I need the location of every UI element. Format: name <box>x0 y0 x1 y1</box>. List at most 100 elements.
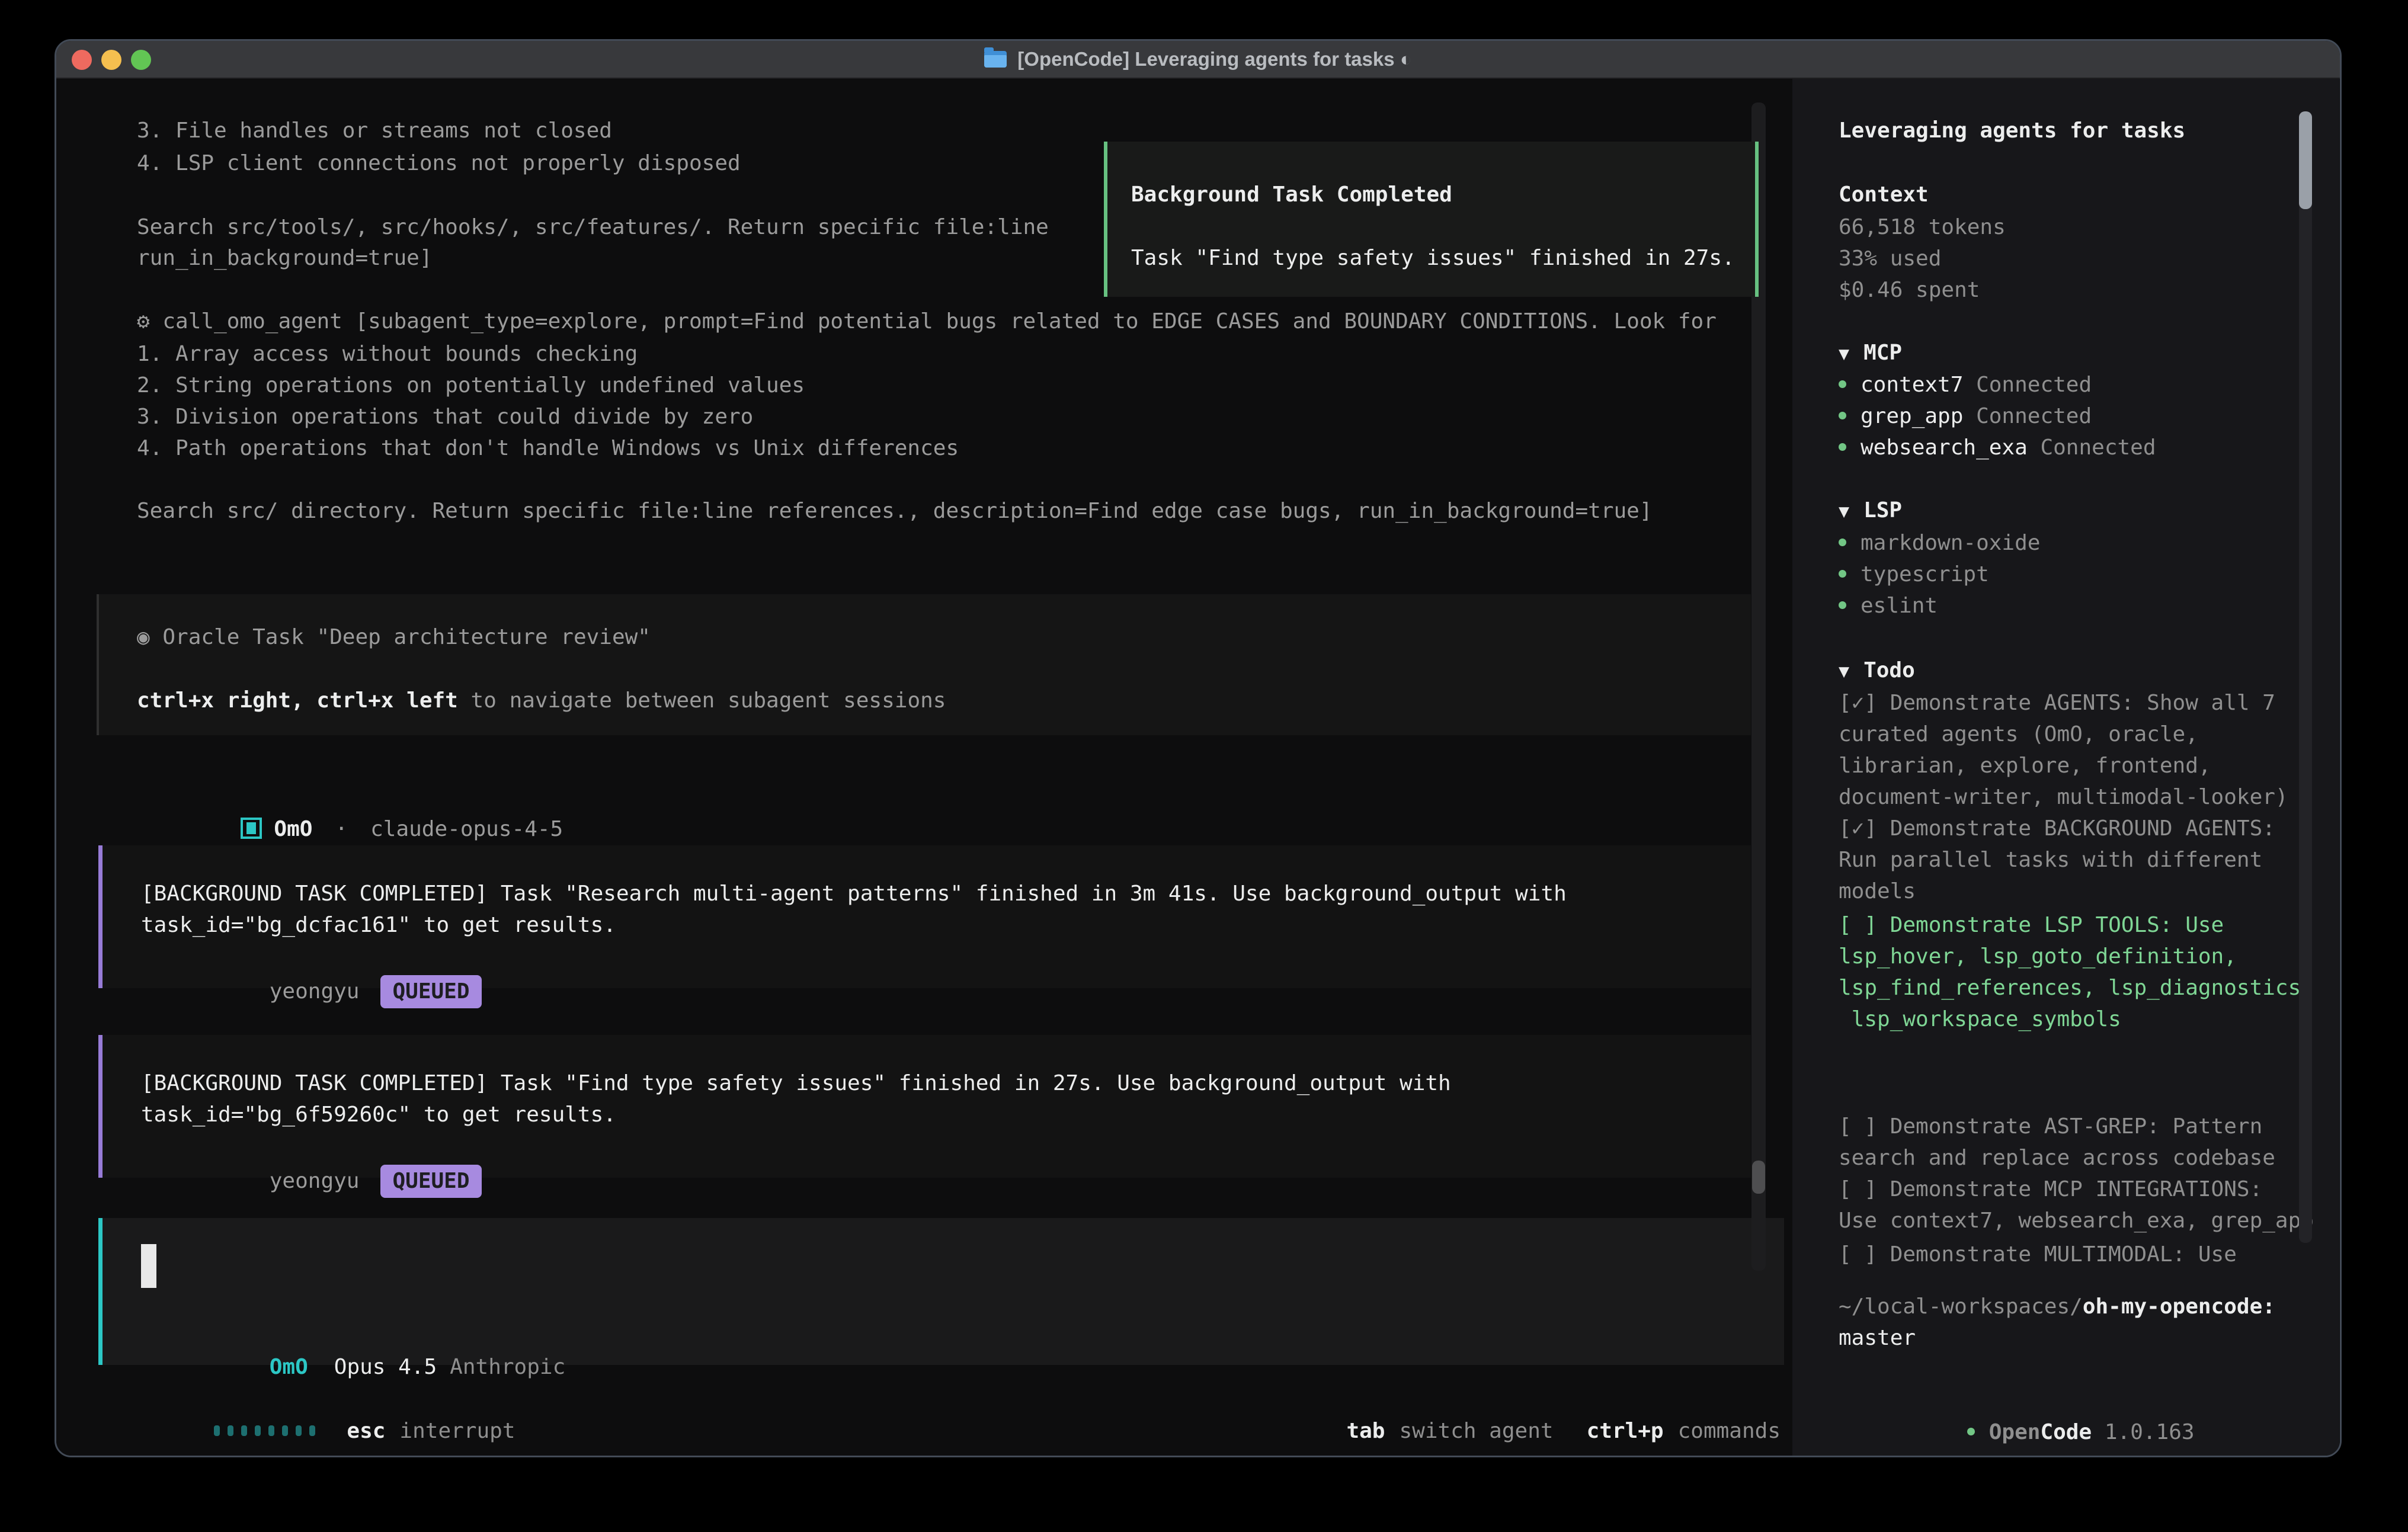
terminal-content: 3. File handles or streams not closed 4.… <box>56 79 2340 1456</box>
list-item: 4. Path operations that don't handle Win… <box>137 432 959 464</box>
spinner <box>214 1419 323 1443</box>
scrollback-line: Search src/tools/, src/hooks/, src/featu… <box>137 211 1049 243</box>
context-used: 33% used <box>1839 243 2006 274</box>
prompt-input[interactable]: OmOOpus 4.5Anthropic <box>98 1218 1784 1365</box>
context-tokens: 66,518 tokens <box>1839 211 2006 243</box>
esc-key-label: interrupt <box>399 1419 515 1443</box>
cmd-key-hint: ctrl+p <box>1587 1419 1664 1443</box>
fisheye-icon: ◉ <box>137 625 150 649</box>
task-author: yeongyu <box>270 1169 360 1193</box>
agent-header: OmO·claude-opus-4-5 <box>138 782 563 813</box>
list-item: 3. Division operations that could divide… <box>137 401 959 432</box>
mcp-item: context7 Connected <box>1839 369 2156 400</box>
app-name-regular: Open <box>1989 1420 2041 1444</box>
todo-item-done: [✓] Demonstrate BACKGROUND AGENTS: Run p… <box>1839 813 2275 907</box>
chevron-down-icon: ▼ <box>1839 661 1849 682</box>
tool-call-footer: Search src/ directory. Return specific f… <box>137 495 1653 527</box>
main-scrollbar-thumb[interactable] <box>1752 1161 1765 1194</box>
chevron-down-icon: ▼ <box>1839 344 1849 364</box>
workspace-branch: master <box>1839 1322 2275 1354</box>
sidebar-scrollbar-track[interactable] <box>2299 111 2312 1243</box>
status-dot-icon <box>1967 1428 1975 1435</box>
toast-body: Task "Find type safety issues" finished … <box>1131 242 1735 274</box>
lsp-section-header[interactable]: ▼LSP <box>1839 495 1902 526</box>
agent-icon <box>241 818 262 839</box>
scrollback-line: 4. LSP client connections not properly d… <box>137 148 741 179</box>
status-bar-left: escinterrupt <box>111 1384 515 1415</box>
context-stats: 66,518 tokens 33% used $0.46 spent <box>1839 211 2006 306</box>
gear-icon: ⚙ <box>137 309 150 334</box>
close-button[interactable] <box>72 50 92 70</box>
task-result-line: [BACKGROUND TASK COMPLETED] Task "Find t… <box>141 1068 1451 1099</box>
window-title: [OpenCode] Leveraging agents for tasks ◐ <box>1017 48 1411 70</box>
input-agent-name: OmO <box>270 1355 308 1379</box>
separator: · <box>335 817 348 841</box>
status-dot-icon <box>1839 601 1846 609</box>
workspace-repo: oh-my-opencode: <box>2083 1294 2275 1319</box>
chevron-down-icon: ▼ <box>1839 501 1849 522</box>
mcp-item: grep_app Connected <box>1839 400 2156 432</box>
tab-key-hint: tab <box>1346 1419 1385 1443</box>
mcp-item: websearch_exa Connected <box>1839 432 2156 463</box>
background-task-toast[interactable]: Background Task Completed Task "Find typ… <box>1104 142 1759 297</box>
titlebar[interactable]: [OpenCode] Leveraging agents for tasks ◐ <box>56 41 2340 79</box>
task-result-block: [BACKGROUND TASK COMPLETED] Task "Resear… <box>98 845 1751 988</box>
version-row: OpenCode 1.0.163 <box>1839 1385 2195 1416</box>
keyboard-shortcut: ctrl+x right, ctrl+x left <box>137 688 458 713</box>
desktop: [OpenCode] Leveraging agents for tasks ◐… <box>0 0 2408 1532</box>
todo-item-active: [ ] Demonstrate LSP TOOLS: Use lsp_hover… <box>1839 909 2314 1035</box>
sidebar-session-title: Leveraging agents for tasks <box>1839 115 2185 146</box>
zoom-button[interactable] <box>131 50 151 70</box>
input-model-row: OmOOpus 4.5Anthropic <box>141 1320 565 1351</box>
status-bar-right: tabswitch agentctrl+pcommands <box>1244 1384 1781 1415</box>
status-badge: QUEUED <box>380 975 481 1008</box>
task-meta-row: yeongyuQUEUED <box>141 942 482 975</box>
task-author: yeongyu <box>270 979 360 1004</box>
minimize-button[interactable] <box>101 50 121 70</box>
window-title-group: [OpenCode] Leveraging agents for tasks ◐ <box>984 48 1411 70</box>
app-version: 1.0.163 <box>2105 1420 2195 1444</box>
text-cursor <box>141 1244 156 1288</box>
context-spent: $0.46 spent <box>1839 274 2006 306</box>
terminal-window: [OpenCode] Leveraging agents for tasks ◐… <box>55 39 2342 1457</box>
status-dot-icon <box>1839 570 1846 578</box>
app-name-bold: Code <box>2040 1420 2092 1444</box>
todo-item-pending: [ ] Demonstrate MULTIMODAL: Use <box>1839 1239 2237 1270</box>
list-item: 1. Array access without bounds checking <box>137 338 959 370</box>
agent-model: claude-opus-4-5 <box>370 817 563 841</box>
oracle-task-title: ◉ Oracle Task "Deep architecture review" <box>137 621 651 653</box>
lsp-item: markdown-oxide <box>1839 527 2040 559</box>
task-result-block: [BACKGROUND TASK COMPLETED] Task "Find t… <box>98 1035 1751 1178</box>
task-result-line: task_id="bg_dcfac161" to get results. <box>141 909 616 941</box>
status-badge: QUEUED <box>380 1165 481 1198</box>
tool-call-prompt-list: 1. Array access without bounds checking … <box>137 338 959 464</box>
input-model-name: Opus 4.5 <box>334 1355 437 1379</box>
mcp-list: context7 Connected grep_app Connected we… <box>1839 369 2156 463</box>
sidebar-scrollbar-thumb[interactable] <box>2299 111 2312 209</box>
list-item: 2. String operations on potentially unde… <box>137 370 959 401</box>
scrollback-line: 3. File handles or streams not closed <box>137 115 612 146</box>
todo-section-header[interactable]: ▼Todo <box>1839 655 1915 686</box>
task-meta-row: yeongyuQUEUED <box>141 1132 482 1165</box>
cmd-key-label: commands <box>1678 1419 1781 1443</box>
folder-icon <box>984 51 1007 68</box>
status-dot-icon <box>1839 539 1846 546</box>
toast-title: Background Task Completed <box>1131 179 1452 210</box>
oracle-task-panel[interactable]: ◉ Oracle Task "Deep architecture review"… <box>97 594 1751 735</box>
lsp-list: markdown-oxide typescript eslint <box>1839 527 2040 621</box>
task-result-line: [BACKGROUND TASK COMPLETED] Task "Resear… <box>141 878 1567 909</box>
lsp-item: eslint <box>1839 590 2040 621</box>
todo-item-pending: [ ] Demonstrate AST-GREP: Pattern search… <box>1839 1111 2314 1236</box>
scrollback-line: run_in_background=true] <box>137 242 433 274</box>
tool-call-header: ⚙ call_omo_agent [subagent_type=explore,… <box>137 306 1717 337</box>
mcp-section-header[interactable]: ▼MCP <box>1839 337 1902 368</box>
status-dot-icon <box>1839 412 1846 419</box>
status-dot-icon <box>1839 380 1846 388</box>
tab-key-label: switch agent <box>1399 1419 1553 1443</box>
task-result-line: task_id="bg_6f59260c" to get results. <box>141 1099 616 1130</box>
workspace-path: ~/local-workspaces/oh-my-opencode: maste… <box>1839 1291 2275 1354</box>
workspace-path-prefix: ~/local-workspaces/ <box>1839 1294 2083 1319</box>
lsp-item: typescript <box>1839 559 2040 590</box>
session-sidebar: Leveraging agents for tasks Context 66,5… <box>1792 79 2339 1457</box>
agent-name: OmO <box>274 817 312 841</box>
